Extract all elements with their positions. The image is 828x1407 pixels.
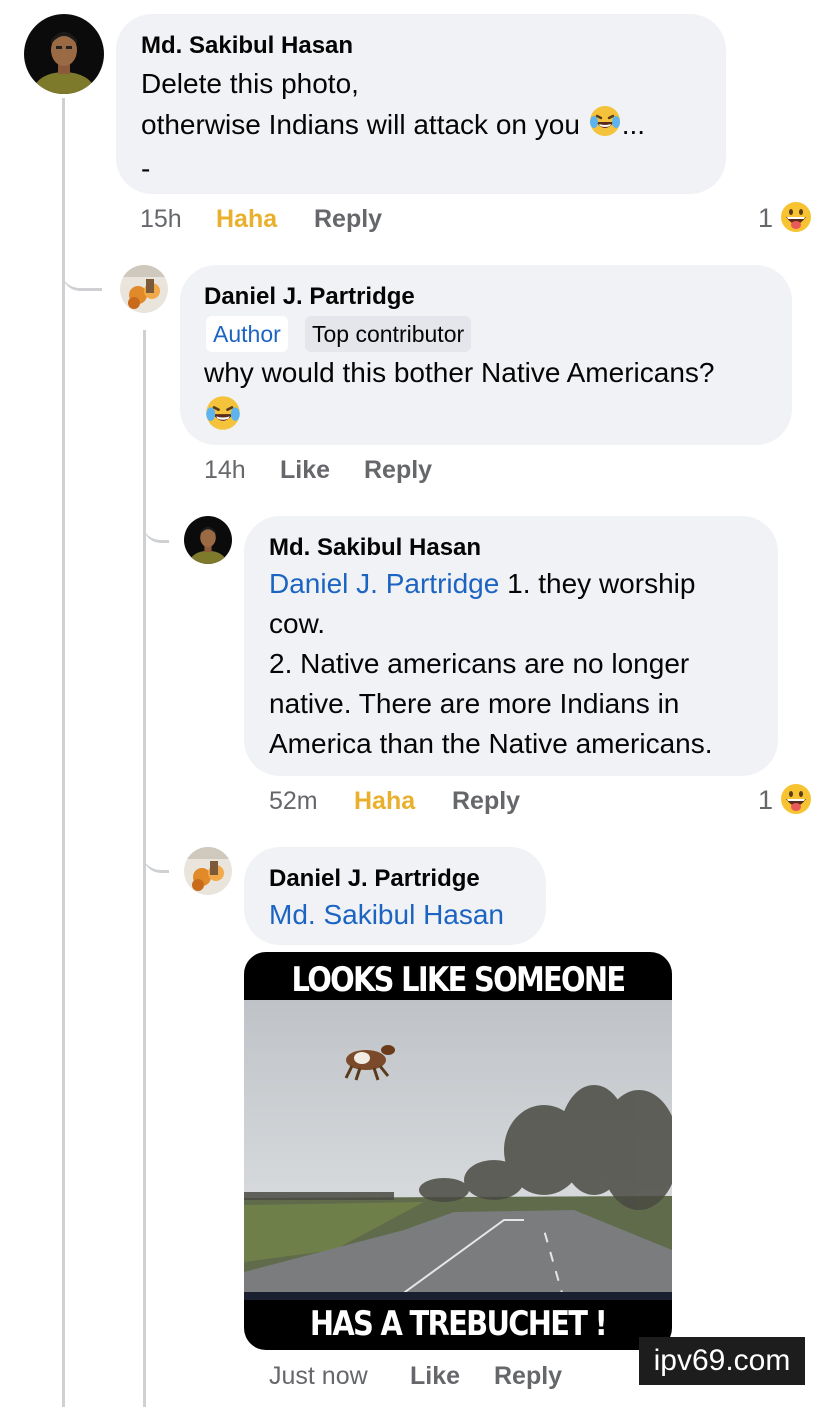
comment-text: why would this bother Native Americans? (204, 357, 715, 388)
meme-top-caption: LOOKS LIKE SOMEONE (291, 960, 627, 1000)
comment-text: Daniel J. Partridge 1. they worship cow.… (269, 564, 713, 764)
meme-photo (244, 1000, 672, 1300)
comment-line: native. There are more Indians in (269, 688, 680, 719)
thread-connector-3 (143, 820, 169, 873)
comment-line: America than the Native americans. (269, 728, 713, 759)
comment-bubble: Daniel J. Partridge Md. Sakibul Hasan (244, 847, 546, 945)
comment-author[interactable]: Md. Sakibul Hasan (269, 534, 481, 562)
comment-line: otherwise Indians will attack on you ... (141, 104, 645, 149)
author-badge: Author (206, 316, 288, 352)
meme-bottom-caption: HAS A TREBUCHET ! (309, 1304, 608, 1344)
comment-line: Daniel J. Partridge 1. they worship (269, 568, 696, 599)
comment-line: Delete this photo, (141, 68, 359, 99)
thread-line-main (62, 98, 65, 1407)
thread-connector-1 (62, 240, 102, 291)
laughing-tears-emoji-icon (204, 394, 242, 437)
comment-bubble: Md. Sakibul Hasan Delete this photo, oth… (116, 14, 726, 194)
comment-time[interactable]: 14h (204, 456, 246, 485)
avatar-daniel[interactable] (120, 265, 168, 313)
comment-author[interactable]: Md. Sakibul Hasan (141, 32, 353, 60)
comment-time[interactable]: 15h (140, 205, 182, 234)
reply-button[interactable]: Reply (494, 1362, 562, 1391)
like-button[interactable]: Like (280, 456, 330, 485)
avatar-sakibul[interactable] (184, 516, 232, 564)
avatar-sakibul[interactable] (24, 14, 104, 94)
reaction-count[interactable]: 1 (758, 203, 773, 234)
comment-author[interactable]: Daniel J. Partridge (269, 865, 480, 893)
grinning-tongue-emoji-icon[interactable] (780, 783, 812, 815)
comment-author[interactable]: Daniel J. Partridge (204, 283, 415, 311)
reply-button[interactable]: Reply (364, 456, 432, 485)
haha-button[interactable]: Haha (354, 787, 415, 816)
grinning-tongue-emoji-icon[interactable] (780, 201, 812, 233)
mention-link[interactable]: Md. Sakibul Hasan (269, 895, 504, 935)
watermark: ipv69.com (639, 1337, 805, 1385)
avatar-daniel[interactable] (184, 847, 232, 895)
comment-line: 2. Native americans are no longer (269, 648, 690, 679)
like-button[interactable]: Like (410, 1362, 460, 1391)
meme-image[interactable]: LOOKS LIKE SOMEONE HAS A TREBUCHET ! (244, 952, 672, 1350)
haha-button[interactable]: Haha (216, 205, 277, 234)
laughing-tears-emoji-icon (588, 104, 622, 149)
top-contributor-badge: Top contributor (305, 316, 472, 352)
thread-connector-2 (143, 490, 169, 543)
comment-text: Delete this photo, otherwise Indians wil… (141, 64, 645, 189)
reply-button[interactable]: Reply (452, 787, 520, 816)
reaction-count[interactable]: 1 (758, 785, 773, 816)
comment-time[interactable]: 52m (269, 787, 318, 816)
mention-link[interactable]: Daniel J. Partridge (269, 568, 499, 599)
comment-line: cow. (269, 608, 326, 639)
comment-bubble: Daniel J. Partridge Author Top contribut… (180, 265, 792, 445)
reply-button[interactable]: Reply (314, 205, 382, 234)
comment-time[interactable]: Just now (269, 1362, 368, 1391)
comment-bubble: Md. Sakibul Hasan Daniel J. Partridge 1.… (244, 516, 778, 776)
comment-line: - (141, 153, 151, 184)
